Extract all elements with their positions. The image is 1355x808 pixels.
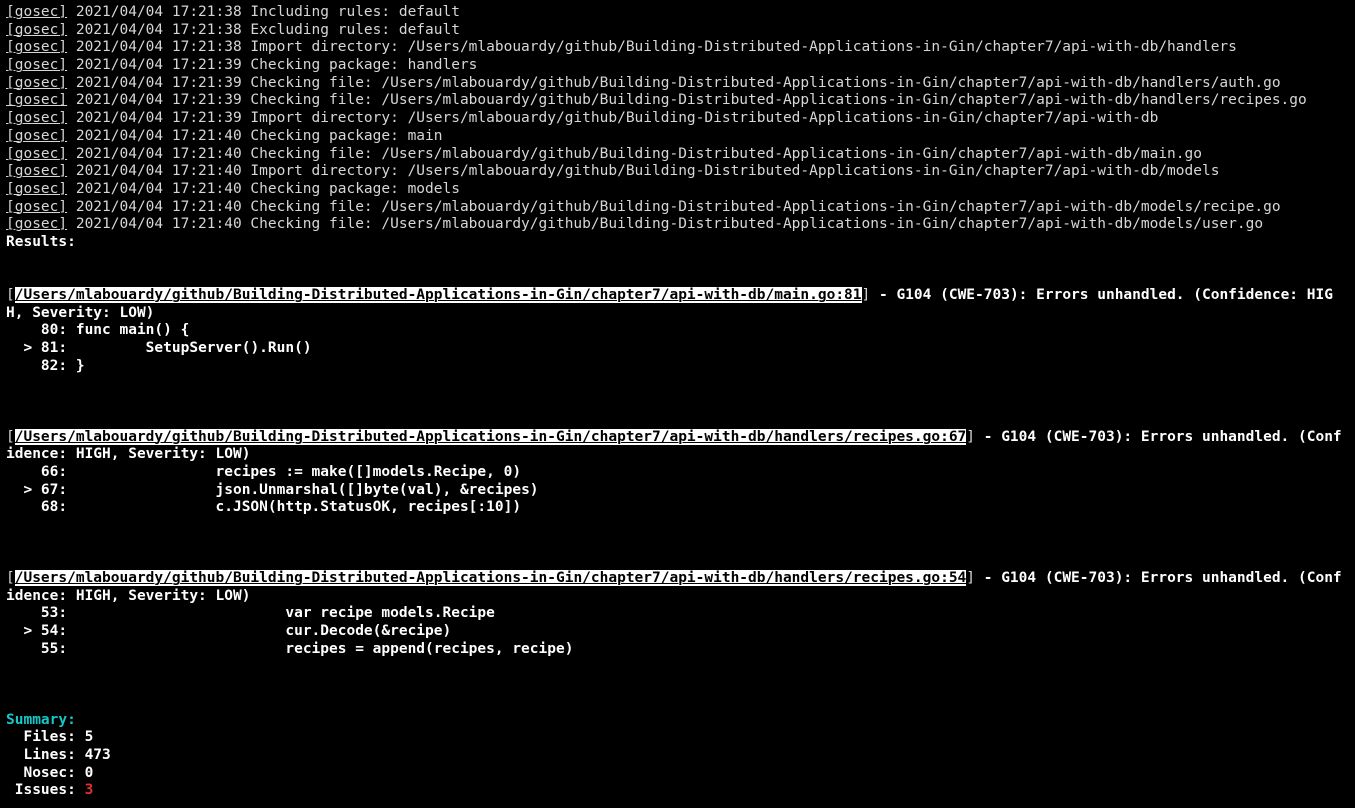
finding-code-line: 80: func main() { xyxy=(6,322,189,338)
summary-row: Lines: 473 xyxy=(6,747,111,763)
gosec-tag: [gosec] xyxy=(6,75,67,91)
finding-path: /Users/mlabouardy/github/Building-Distri… xyxy=(15,287,862,303)
gosec-tag: [gosec] xyxy=(6,57,67,73)
gosec-tag: [gosec] xyxy=(6,216,67,232)
finding-path: /Users/mlabouardy/github/Building-Distri… xyxy=(15,429,967,445)
summary-issues-value: 3 xyxy=(85,782,94,798)
finding-code-line: > 67: json.Unmarshal([]byte(val), &recip… xyxy=(6,482,539,498)
finding-path: /Users/mlabouardy/github/Building-Distri… xyxy=(15,570,967,586)
gosec-tag: [gosec] xyxy=(6,146,67,162)
finding-code-line: 68: c.JSON(http.StatusOK, recipes[:10]) xyxy=(6,499,521,515)
terminal-output: [gosec] 2021/04/04 17:21:38 Including ru… xyxy=(0,0,1355,804)
gosec-tag: [gosec] xyxy=(6,39,67,55)
summary-issues-label: Issues: xyxy=(6,782,85,798)
finding-code-line: 82: } xyxy=(6,358,85,374)
gosec-tag: [gosec] xyxy=(6,4,67,20)
gosec-tag: [gosec] xyxy=(6,163,67,179)
gosec-tag: [gosec] xyxy=(6,181,67,197)
finding-code-line: 66: recipes := make([]models.Recipe, 0) xyxy=(6,464,521,480)
gosec-tag: [gosec] xyxy=(6,92,67,108)
gosec-tag: [gosec] xyxy=(6,22,67,38)
gosec-tag: [gosec] xyxy=(6,110,67,126)
summary-row: Nosec: 0 xyxy=(6,765,93,781)
results-header: Results: xyxy=(6,234,76,250)
finding-code-line: > 81: SetupServer().Run() xyxy=(6,340,312,356)
summary-title: Summary: xyxy=(6,712,76,728)
finding-code-line: 55: recipes = append(recipes, recipe) xyxy=(6,641,573,657)
gosec-tag: [gosec] xyxy=(6,199,67,215)
finding-code-line: > 54: cur.Decode(&recipe) xyxy=(6,623,451,639)
finding-code-line: 53: var recipe models.Recipe xyxy=(6,605,495,621)
summary-row: Files: 5 xyxy=(6,729,93,745)
gosec-tag: [gosec] xyxy=(6,128,67,144)
